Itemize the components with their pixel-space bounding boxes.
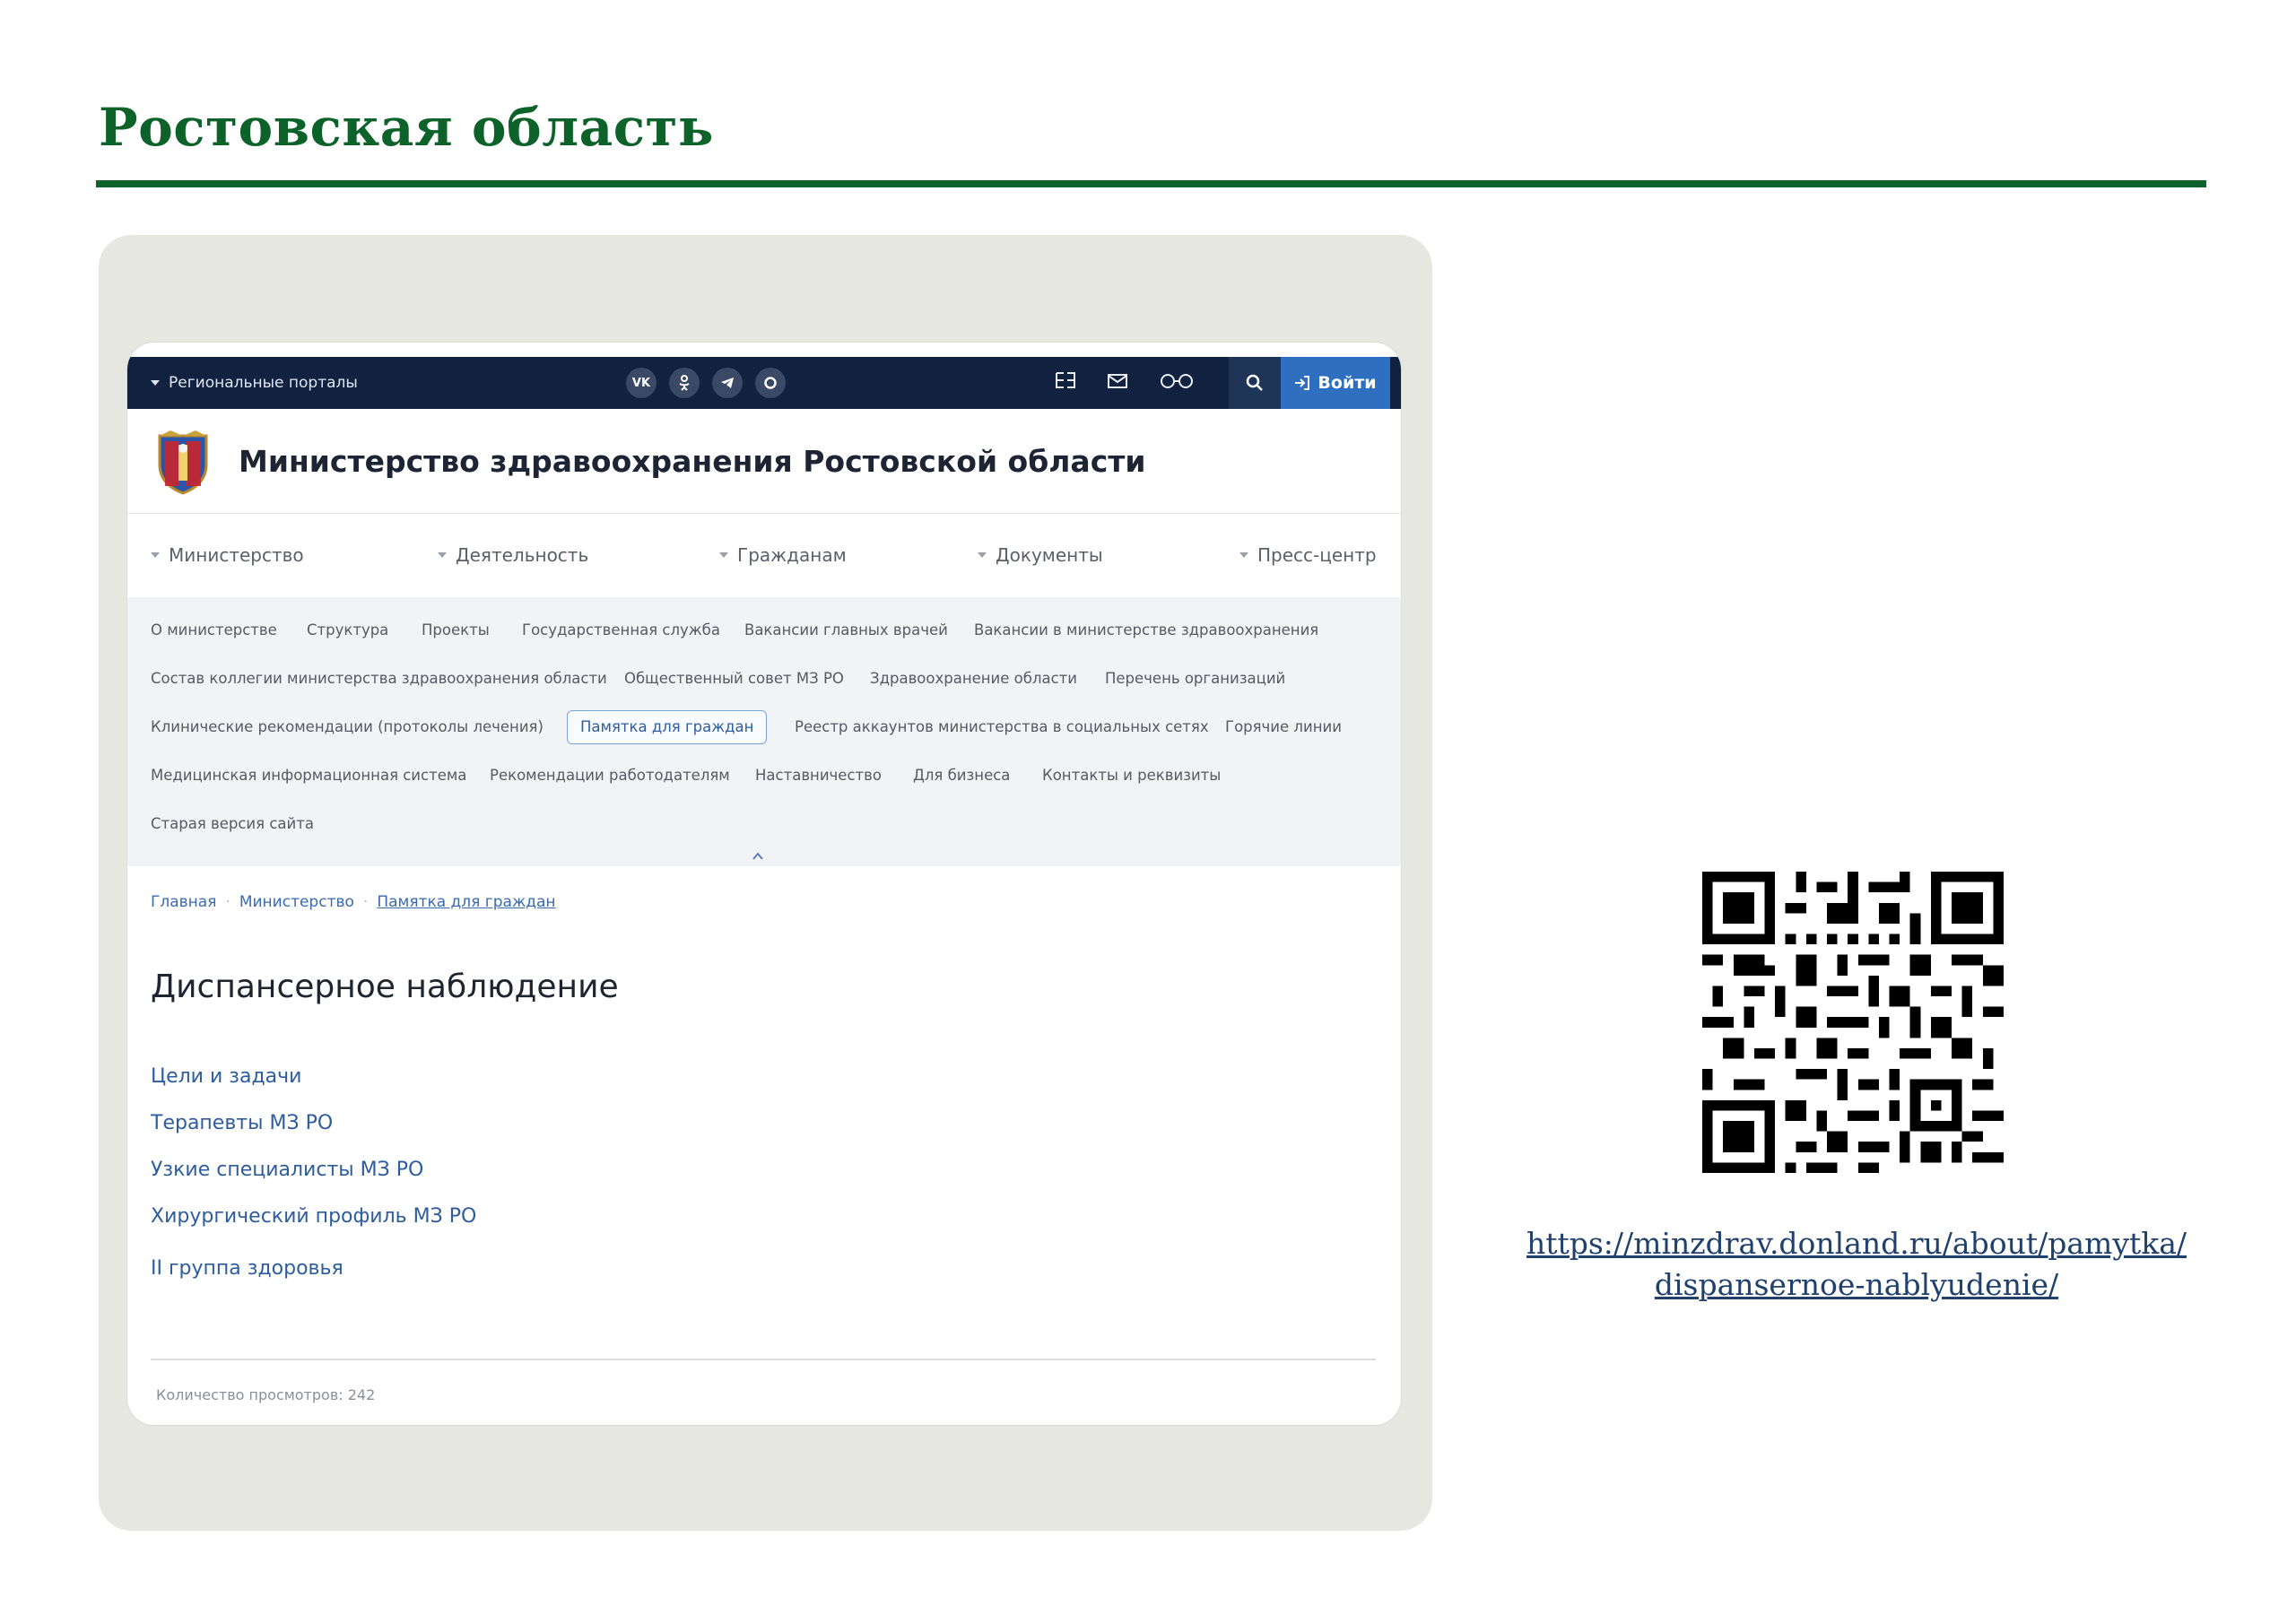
breadcrumb-item[interactable]: Министерство <box>239 893 354 911</box>
submenu-item[interactable]: Старая версия сайта <box>151 814 314 834</box>
submenu-item[interactable]: Контакты и реквизиты <box>1042 766 1221 786</box>
page-title: Диспансерное наблюдение <box>151 968 619 1005</box>
ministry-name[interactable]: Министерство здравоохранения Ростовской … <box>239 409 1146 513</box>
submenu-item[interactable]: Горячие линии <box>1225 717 1342 737</box>
submenu-item[interactable]: Реестр аккаунтов министерства в социальн… <box>795 717 1209 737</box>
submenu-item-active[interactable]: Памятка для граждан <box>567 710 768 744</box>
chevron-down-icon <box>438 552 447 558</box>
chevron-down-icon <box>1239 552 1248 558</box>
submenu-item[interactable]: Государственная служба <box>522 621 720 640</box>
login-icon <box>1295 376 1310 390</box>
breadcrumb-separator: · <box>225 893 230 911</box>
submenu-panel: О министерстве Структура Проекты Государ… <box>127 597 1401 866</box>
accessibility-glasses-icon[interactable] <box>1159 372 1195 395</box>
breadcrumb-current[interactable]: Памятка для граждан <box>377 893 555 911</box>
view-count: Количество просмотров: 242 <box>156 1386 376 1403</box>
submenu-item[interactable]: Вакансии в министерстве здравоохранения <box>974 621 1318 640</box>
breadcrumb-separator: · <box>362 893 369 911</box>
submenu-item[interactable]: Медицинская информационная система <box>151 766 466 786</box>
nav-documents[interactable]: Документы <box>978 513 1103 597</box>
nav-press-center[interactable]: Пресс-центр <box>1239 513 1377 597</box>
vk-icon[interactable]: VK <box>626 368 657 398</box>
breadcrumb-item[interactable]: Главная <box>151 893 216 911</box>
chevron-down-icon <box>151 552 160 558</box>
nav-label: Документы <box>996 544 1103 566</box>
main-navigation: Министерство Деятельность Гражданам Доку… <box>127 513 1401 598</box>
regional-portals-dropdown[interactable]: Региональные порталы <box>151 357 358 409</box>
site-header: Министерство здравоохранения Ростовской … <box>127 409 1401 514</box>
mail-icon[interactable] <box>1107 372 1128 395</box>
submenu-item[interactable]: Структура <box>307 621 388 640</box>
odnoklassniki-icon[interactable] <box>669 368 700 398</box>
content-link[interactable]: Цели и задачи <box>151 1065 301 1088</box>
coat-of-arms-logo[interactable] <box>152 427 213 495</box>
login-label: Войти <box>1318 373 1377 393</box>
website-screenshot: Региональные порталы VK Войти Министерст… <box>127 343 1401 1425</box>
social-links: VK <box>626 368 786 398</box>
content-link[interactable]: Узкие специалисты МЗ РО <box>151 1159 423 1181</box>
nav-ministry[interactable]: Министерство <box>151 513 304 597</box>
content-link[interactable]: Хирургический профиль МЗ РО <box>151 1205 476 1228</box>
chevron-down-icon <box>719 552 728 558</box>
qr-url-link[interactable]: https://minzdrav.donland.ru/about/pamytk… <box>1516 1223 2197 1306</box>
search-icon <box>1246 374 1263 391</box>
telegram-icon[interactable] <box>712 368 743 398</box>
submenu-item[interactable]: Для бизнеса <box>913 766 1010 786</box>
title-divider <box>96 180 2206 187</box>
submenu-item[interactable]: Общественный совет МЗ РО <box>624 669 844 689</box>
submenu-item[interactable]: Наставничество <box>755 766 882 786</box>
submenu-item[interactable]: Рекомендации работодателям <box>490 766 730 786</box>
search-button[interactable] <box>1229 357 1281 409</box>
qr-url-line: dispansernoe-nablyudenie/ <box>1654 1267 2059 1302</box>
toolbar-icons <box>1055 357 1195 409</box>
nav-label: Пресс-центр <box>1257 544 1377 566</box>
submenu-item[interactable]: Клинические рекомендации (протоколы лече… <box>151 717 544 737</box>
chevron-down-icon <box>978 552 987 558</box>
sitemap-icon[interactable] <box>1055 370 1076 395</box>
submenu-item[interactable]: Состав коллегии министерства здравоохран… <box>151 669 607 689</box>
login-button[interactable]: Войти <box>1281 357 1390 409</box>
nav-label: Гражданам <box>737 544 847 566</box>
submenu-item[interactable]: Вакансии главных врачей <box>744 621 948 640</box>
top-bar: Региональные порталы VK Войти <box>127 357 1401 409</box>
submenu-item[interactable]: Здравоохранение области <box>870 669 1077 689</box>
max-messenger-icon[interactable] <box>755 368 786 398</box>
nav-citizens[interactable]: Гражданам <box>719 513 847 597</box>
chevron-up-icon[interactable] <box>752 850 764 863</box>
submenu-item[interactable]: Перечень организаций <box>1105 669 1285 689</box>
content-link[interactable]: Терапевты МЗ РО <box>151 1112 333 1134</box>
nav-label: Деятельность <box>456 544 589 566</box>
content-divider <box>151 1359 1376 1360</box>
nav-label: Министерство <box>169 544 304 566</box>
qr-url-line: https://minzdrav.donland.ru/about/pamytk… <box>1526 1226 2187 1261</box>
qr-code[interactable] <box>1702 872 2004 1173</box>
chevron-down-icon <box>151 380 160 386</box>
breadcrumb: Главная · Министерство · Памятка для гра… <box>151 893 556 911</box>
regional-portals-label: Региональные порталы <box>169 374 358 392</box>
submenu-item[interactable]: Проекты <box>422 621 490 640</box>
content-link[interactable]: II группа здоровья <box>151 1257 344 1280</box>
nav-activity[interactable]: Деятельность <box>438 513 588 597</box>
submenu-item[interactable]: О министерстве <box>151 621 277 640</box>
slide-title: Ростовская область <box>99 97 714 158</box>
